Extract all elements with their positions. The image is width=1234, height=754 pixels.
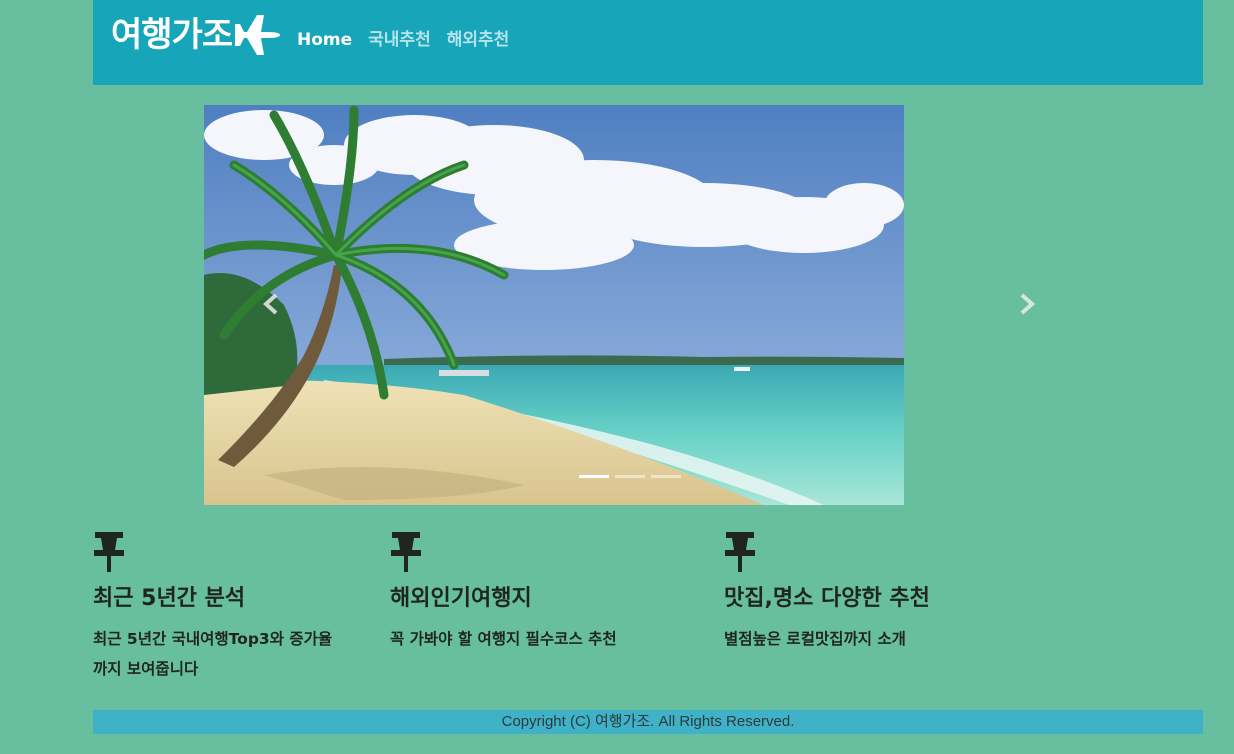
feature-title: 해외인기여행지 — [390, 586, 532, 611]
pushpin-icon — [725, 532, 755, 572]
nav-overseas[interactable]: 해외추천 — [447, 26, 510, 54]
image-carousel — [204, 105, 1035, 505]
brand-logo-link[interactable]: 여행가조 — [111, 13, 281, 57]
top-navbar: 여행가조 Home 국내추천 해외추천 — [93, 0, 1203, 85]
footer: Copyright (C) 여행가조. All Rights Reserved. — [93, 710, 1203, 734]
nav-domestic[interactable]: 국내추천 — [368, 26, 431, 54]
carousel-indicators — [579, 475, 681, 478]
feature-description: 최근 5년간 국내여행Top3와 증가율까지 보여줍니다 — [93, 630, 333, 678]
feature-overseas: 해외인기여행지 꼭 가봐야 할 여행지 필수코스 추천 — [390, 530, 690, 654]
feature-title: 맛집,명소 다양한 추천 — [724, 586, 930, 611]
carousel-prev-chevron-left-icon[interactable] — [254, 287, 288, 321]
copyright-text: Copyright (C) 여행가조. All Rights Reserved. — [501, 713, 795, 730]
feature-description: 꼭 가봐야 할 여행지 필수코스 추천 — [390, 630, 617, 648]
feature-restaurants: 맛집,명소 다양한 추천 별점높은 로컬맛집까지 소개 — [724, 530, 1024, 654]
airplane-icon — [235, 15, 281, 55]
feature-description: 별점높은 로컬맛집까지 소개 — [724, 630, 906, 648]
main-nav: Home 국내추천 해외추천 — [297, 26, 509, 54]
carousel-indicator-2[interactable] — [615, 475, 645, 478]
beach-slide-image — [204, 105, 904, 505]
nav-home[interactable]: Home — [297, 26, 352, 54]
feature-title: 최근 5년간 분석 — [93, 586, 246, 611]
carousel-indicator-3[interactable] — [651, 475, 681, 478]
pushpin-icon — [391, 532, 421, 572]
brand-name: 여행가조 — [111, 15, 233, 55]
carousel-indicator-1[interactable] — [579, 475, 609, 478]
pushpin-icon — [94, 532, 124, 572]
feature-analysis: 최근 5년간 분석 최근 5년간 국내여행Top3와 증가율까지 보여줍니다 — [93, 530, 343, 684]
carousel-next-chevron-right-icon[interactable] — [1008, 287, 1042, 321]
